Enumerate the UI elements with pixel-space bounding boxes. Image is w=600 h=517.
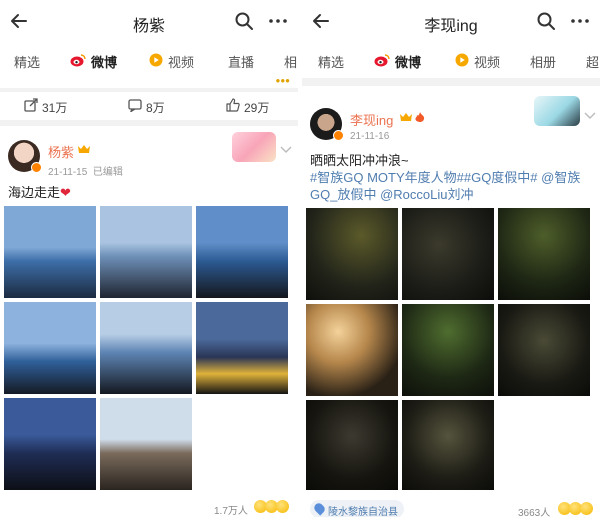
photo-7[interactable] (4, 398, 96, 490)
video-icon (455, 53, 469, 67)
tab-album[interactable]: 相 (284, 52, 297, 71)
tab-live[interactable]: 直播 (228, 52, 254, 71)
more-icon[interactable] (268, 11, 288, 31)
crown-icon (78, 145, 90, 153)
profile-tabs: 精选 微博 视频 直播 相 (0, 44, 298, 78)
tab-weibo[interactable]: 微博 (91, 52, 117, 71)
laugh-emoji-icon (276, 500, 289, 513)
photo-4[interactable] (306, 304, 398, 396)
post-time: 21-11-16 (350, 131, 390, 142)
verified-badge (333, 130, 344, 141)
top-bar: 杨紫 (0, 0, 298, 44)
author-name[interactable]: 李现ing (350, 110, 393, 129)
photo-6[interactable] (498, 304, 590, 396)
comment-icon (128, 99, 142, 112)
photo-3[interactable] (196, 206, 288, 298)
repost-count: 31万 (42, 101, 68, 115)
tab-super-topic[interactable]: 超 (586, 52, 599, 71)
comment-count: 8万 (146, 101, 165, 115)
video-icon (149, 53, 163, 67)
photo-6[interactable] (196, 302, 288, 394)
post-time: 21-11-15 已编辑 (48, 167, 123, 178)
flame-badge-icon (415, 112, 425, 122)
left-phone-screen: 杨紫 精选 微博 视频 直播 相 ●●● 31万 8万 29万 杨紫 21-11… (0, 0, 298, 517)
location-pin-icon (312, 501, 327, 516)
like-icon (226, 98, 240, 112)
chevron-down-icon[interactable] (280, 146, 292, 154)
photo-5[interactable] (100, 302, 192, 394)
tab-video[interactable]: 视频 (474, 52, 500, 71)
page-title: 杨紫 (132, 18, 165, 35)
photo-8[interactable] (100, 398, 192, 490)
crown-icon (400, 113, 412, 121)
tab-featured[interactable]: 精选 (318, 52, 344, 71)
image-grid (306, 208, 596, 490)
view-count: 1.7万人 (214, 506, 248, 517)
tab-weibo[interactable]: 微博 (395, 52, 421, 71)
photo-2[interactable] (402, 208, 494, 300)
photo-3[interactable] (498, 208, 590, 300)
tab-featured[interactable]: 精选 (14, 52, 40, 71)
previous-post-actions: 31万 8万 29万 (0, 92, 298, 120)
weibo-icon (374, 54, 390, 67)
edited-label: 已编辑 (92, 167, 123, 178)
verified-badge (31, 162, 42, 173)
search-icon[interactable] (234, 11, 254, 31)
location-tag[interactable]: 陵水黎族自治县 (310, 500, 404, 517)
post-text: 海边走走❤ (8, 185, 71, 200)
mention-links[interactable]: GQ_放假中 @RoccoLiu刘冲 (310, 186, 596, 203)
repost-icon (24, 98, 38, 112)
photo-5[interactable] (402, 304, 494, 396)
image-grid (4, 206, 294, 496)
top-bar: 李现ing (302, 0, 600, 44)
page-title: 李现ing (424, 18, 478, 35)
search-icon[interactable] (536, 11, 556, 31)
post-text: 晒晒太阳冲冲浪~ #智族GQ MOTY年度人物##GQ度假中# @智族 GQ_放… (310, 152, 596, 203)
photo-7[interactable] (306, 400, 398, 490)
like-count: 29万 (244, 101, 270, 115)
decorative-sticker (232, 132, 276, 162)
photo-4[interactable] (4, 302, 96, 394)
photo-1[interactable] (306, 208, 398, 300)
photo-8[interactable] (402, 400, 494, 490)
tab-album[interactable]: 相册 (530, 52, 556, 71)
profile-tabs: 精选 微博 视频 相册 超 (302, 44, 600, 78)
author-name[interactable]: 杨紫 (48, 142, 74, 161)
tab-video[interactable]: 视频 (168, 52, 194, 71)
photo-1[interactable] (4, 206, 96, 298)
post-card: 李现ing 21-11-16 晒晒太阳冲冲浪~ #智族GQ MOTY年度人物##… (302, 86, 600, 517)
post-card: 杨紫 21-11-15 已编辑 海边走走❤ 1.7万人 (0, 126, 298, 517)
chevron-down-icon[interactable] (584, 112, 596, 120)
more-icon[interactable] (570, 11, 590, 31)
photo-2[interactable] (100, 206, 192, 298)
view-count: 3663人 (518, 508, 551, 517)
weibo-icon (70, 54, 86, 67)
previous-post-tail: ●●● (0, 76, 298, 88)
heart-emoji: ❤ (60, 185, 71, 200)
hashtag-links[interactable]: #智族GQ MOTY年度人物##GQ度假中# @智族 (310, 169, 596, 186)
laugh-emoji-icon (580, 502, 593, 515)
right-phone-screen: 李现ing 精选 微博 视频 相册 超 李现ing 21-11-16 晒晒太阳冲… (302, 0, 600, 517)
back-arrow-icon[interactable] (8, 10, 30, 32)
decorative-sticker (534, 96, 580, 126)
back-arrow-icon[interactable] (310, 10, 332, 32)
emoji-reactions: ●●● (275, 76, 291, 85)
